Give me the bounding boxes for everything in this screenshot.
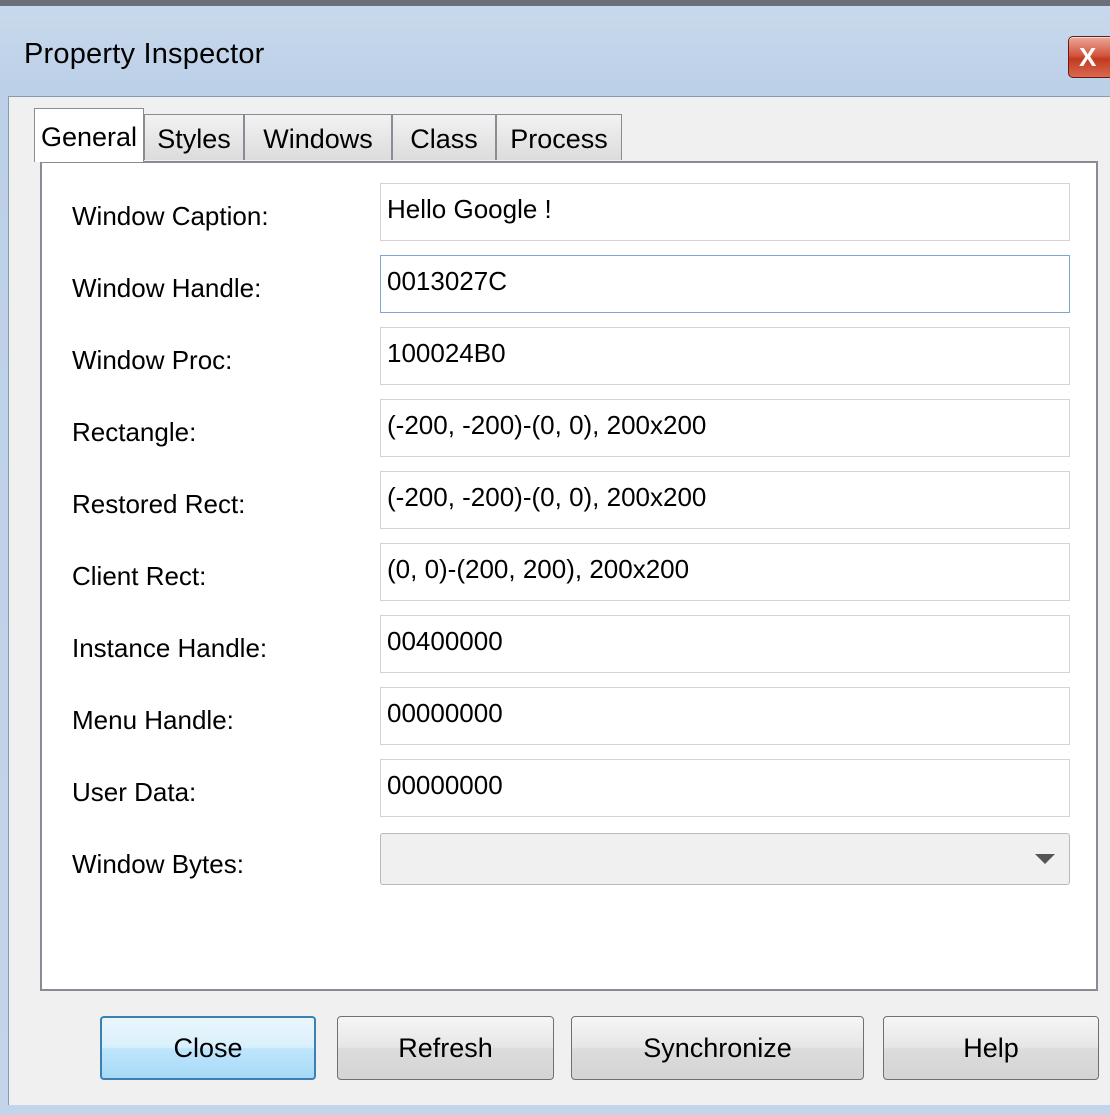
menu-handle-field[interactable]: 00000000: [380, 687, 1070, 745]
client-rect-label: Client Rect:: [72, 561, 207, 591]
rectangle-label: Rectangle:: [72, 417, 197, 447]
window-bytes-combobox[interactable]: [380, 833, 1070, 885]
synchronize-button[interactable]: Synchronize: [571, 1016, 864, 1080]
window-bottom-border: [0, 1105, 1110, 1115]
instance-handle-label: Instance Handle:: [72, 633, 268, 663]
tab-styles[interactable]: Styles: [144, 114, 244, 160]
refresh-button[interactable]: Refresh: [337, 1016, 554, 1080]
tab-general[interactable]: General: [34, 108, 144, 162]
client-rect-field[interactable]: (0, 0)-(200, 200), 200x200: [380, 543, 1070, 601]
window-bytes-label: Window Bytes:: [72, 849, 244, 879]
user-data-field[interactable]: 00000000: [380, 759, 1070, 817]
property-inspector-window: Property Inspector X General Styles Wind…: [0, 0, 1110, 1115]
close-button[interactable]: Close: [100, 1016, 316, 1080]
window-caption-label: Window Caption:: [72, 201, 269, 231]
title-bar[interactable]: Property Inspector X: [0, 12, 1110, 96]
window-title: Property Inspector: [24, 38, 265, 70]
restored-rect-label: Restored Rect:: [72, 489, 246, 519]
chevron-down-icon[interactable]: [1035, 854, 1055, 864]
window-handle-label: Window Handle:: [72, 273, 262, 303]
instance-handle-field[interactable]: 00400000: [380, 615, 1070, 673]
general-tab-panel: Window Caption: Hello Google ! Window Ha…: [40, 161, 1098, 991]
window-proc-label: Window Proc:: [72, 345, 233, 375]
menu-handle-label: Menu Handle:: [72, 705, 234, 735]
tab-process[interactable]: Process: [496, 114, 622, 160]
tab-windows[interactable]: Windows: [244, 114, 392, 160]
window-caption-field[interactable]: Hello Google !: [380, 183, 1070, 241]
restored-rect-field[interactable]: (-200, -200)-(0, 0), 200x200: [380, 471, 1070, 529]
window-handle-field[interactable]: 0013027C: [380, 255, 1070, 313]
tab-class[interactable]: Class: [392, 114, 496, 160]
help-button[interactable]: Help: [883, 1016, 1099, 1080]
user-data-label: User Data:: [72, 777, 197, 807]
window-close-icon[interactable]: X: [1068, 36, 1110, 78]
window-proc-field[interactable]: 100024B0: [380, 327, 1070, 385]
rectangle-field[interactable]: (-200, -200)-(0, 0), 200x200: [380, 399, 1070, 457]
